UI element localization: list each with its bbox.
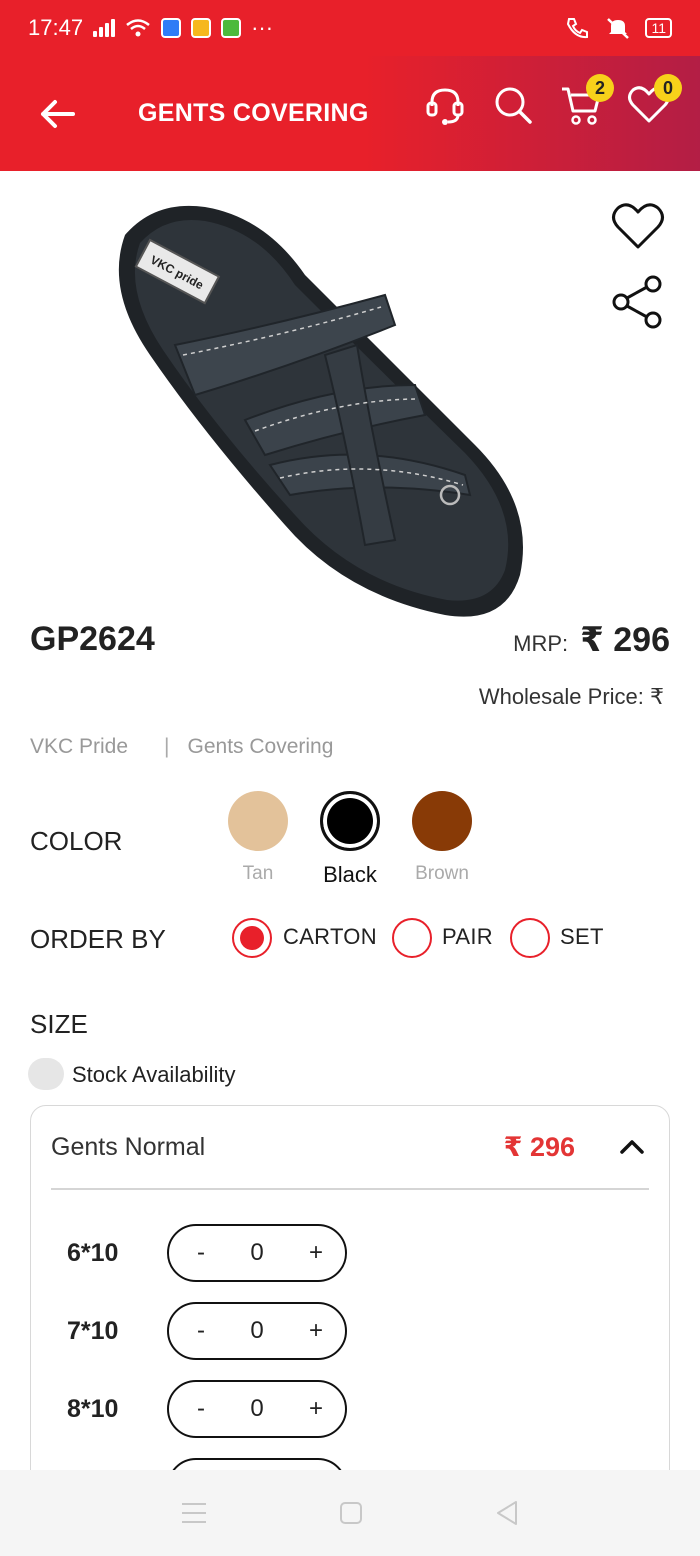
color-name-tan: Tan — [242, 863, 274, 884]
radio-carton[interactable] — [232, 918, 272, 958]
add-to-wishlist-button[interactable] — [610, 198, 666, 254]
increment-button[interactable]: + — [309, 1239, 323, 1267]
wholesale-price: Wholesale Price: ₹ — [478, 684, 664, 709]
chevron-up-icon — [620, 1140, 644, 1154]
radio-set[interactable] — [510, 918, 550, 958]
color-label: COLOR — [30, 826, 123, 856]
page-title: GENTS COVERING — [138, 99, 369, 127]
size-name: 6*10 — [67, 1238, 119, 1267]
size-group-name: Gents Normal — [51, 1132, 206, 1161]
decrement-button[interactable]: - — [197, 1395, 205, 1423]
color-swatch-black[interactable] — [320, 791, 380, 851]
mrp-value: ₹ 296 — [580, 621, 670, 659]
wishlist-button[interactable]: 0 — [626, 74, 682, 128]
stock-availability-toggle[interactable] — [28, 1058, 64, 1090]
system-navigation-bar — [0, 1470, 700, 1556]
size-row: 8*10 - 0 + — [67, 1380, 367, 1438]
quantity-value[interactable]: 0 — [250, 1239, 263, 1267]
product-image[interactable]: VKC pride — [95, 195, 545, 625]
color-swatch-tan[interactable] — [228, 791, 288, 851]
quantity-value[interactable]: 0 — [250, 1317, 263, 1345]
order-by-label: ORDER BY — [30, 924, 166, 954]
headset-icon — [426, 88, 464, 125]
app-header: GENTS COVERING 2 0 — [0, 56, 700, 171]
size-name: 8*10 — [67, 1394, 119, 1423]
share-icon — [612, 275, 662, 329]
cart-count-badge: 2 — [586, 74, 614, 102]
quantity-value[interactable]: 0 — [250, 1395, 263, 1423]
wishlist-count-badge: 0 — [654, 74, 682, 102]
radio-label-set[interactable]: SET — [560, 924, 604, 950]
breadcrumb-separator: | — [164, 735, 170, 758]
cart-button[interactable]: 2 — [558, 74, 614, 128]
heart-outline-icon — [612, 203, 664, 249]
more-notifications-icon: ··· — [251, 15, 274, 40]
mrp-label: MRP: — [513, 631, 569, 656]
back-nav-icon[interactable] — [494, 1499, 520, 1527]
quantity-stepper: - 0 + — [167, 1224, 347, 1282]
increment-button[interactable]: + — [309, 1395, 323, 1423]
notification-app-icon — [221, 18, 242, 38]
category-link[interactable]: Gents Covering — [188, 735, 334, 759]
brand-link[interactable]: VKC Pride — [30, 735, 128, 759]
radio-pair[interactable] — [392, 918, 432, 958]
sandal-image: VKC pride — [118, 205, 523, 617]
signal-icon — [93, 19, 116, 37]
color-name-brown: Brown — [415, 863, 469, 884]
radio-label-pair[interactable]: PAIR — [442, 924, 493, 950]
size-row: 6*10 - 0 + — [67, 1224, 367, 1282]
color-swatch-brown[interactable] — [412, 791, 472, 851]
decrement-button[interactable]: - — [197, 1317, 205, 1345]
share-button[interactable] — [610, 274, 666, 330]
mute-icon — [607, 18, 630, 39]
wifi-icon — [126, 19, 150, 37]
size-row: 7*10 - 0 + — [67, 1302, 367, 1360]
wifi-call-icon — [567, 18, 589, 39]
product-code: GP2624 — [30, 620, 155, 658]
arrow-left-icon — [41, 99, 75, 128]
notification-app-icon — [191, 18, 212, 38]
home-icon[interactable] — [338, 1500, 364, 1526]
collapse-button[interactable] — [615, 1130, 649, 1164]
search-icon — [495, 87, 532, 124]
status-bar: 17:47 ··· 11 — [0, 0, 700, 56]
battery-indicator: 11 — [645, 18, 672, 38]
size-name: 7*10 — [67, 1316, 119, 1345]
quantity-stepper: - 0 + — [167, 1302, 347, 1360]
search-button[interactable] — [490, 82, 536, 128]
notification-app-icon — [161, 18, 182, 38]
breadcrumb: VKC Pride | Gents Covering — [30, 735, 333, 759]
decrement-button[interactable]: - — [197, 1239, 205, 1267]
menu-icon[interactable] — [180, 1501, 208, 1525]
stock-availability-label: Stock Availability — [72, 1062, 236, 1087]
support-button[interactable] — [422, 82, 468, 128]
mrp-price: MRP: ₹ 296 — [513, 620, 670, 660]
size-group-card: Gents Normal ₹ 296 6*10 - 0 + 7*10 - 0 +… — [30, 1105, 670, 1525]
size-label: SIZE — [30, 1009, 88, 1039]
increment-button[interactable]: + — [309, 1317, 323, 1345]
color-name-black: Black — [323, 862, 377, 887]
back-button[interactable] — [30, 87, 84, 141]
size-group-header[interactable]: Gents Normal ₹ 296 — [51, 1106, 649, 1190]
status-time: 17:47 — [28, 15, 84, 40]
quantity-stepper: - 0 + — [167, 1380, 347, 1438]
size-group-price: ₹ 296 — [503, 1131, 575, 1162]
radio-label-carton[interactable]: CARTON — [283, 924, 377, 950]
